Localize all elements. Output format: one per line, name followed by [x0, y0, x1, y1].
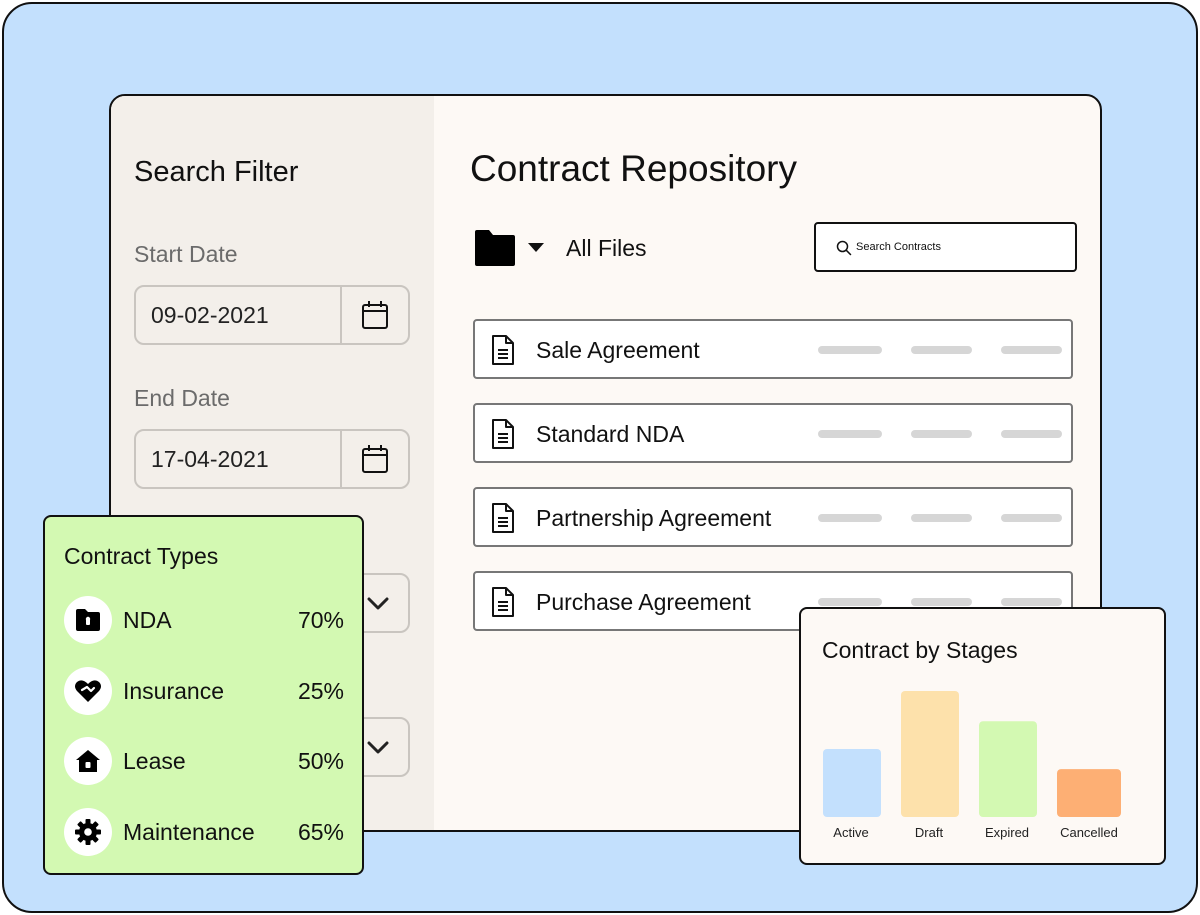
placeholder-bar: [1001, 346, 1062, 354]
start-date-label: Start Date: [134, 241, 238, 267]
chevron-down-icon: [367, 741, 389, 754]
placeholder-bar: [911, 598, 972, 606]
page-title: Contract Repository: [470, 148, 797, 189]
end-date-value: 17-04-2021: [151, 446, 269, 472]
file-row[interactable]: Standard NDA: [473, 403, 1073, 463]
file-row[interactable]: Sale Agreement: [473, 319, 1073, 379]
start-date-calendar-button[interactable]: [340, 287, 408, 343]
contract-type-label: Lease: [123, 748, 186, 774]
folder-label[interactable]: All Files: [566, 235, 647, 262]
contract-type-percent: 25%: [297, 678, 344, 704]
search-box[interactable]: [814, 222, 1077, 272]
placeholder-bar: [911, 430, 972, 438]
sidebar-title: Search Filter: [134, 156, 299, 188]
placeholder-bar: [818, 346, 882, 354]
contract-type-percent: 50%: [297, 748, 344, 774]
file-name: Partnership Agreement: [536, 505, 772, 531]
placeholder-bar: [818, 430, 882, 438]
contract-types-title: Contract Types: [64, 543, 219, 569]
start-date-value: 09-02-2021: [151, 302, 269, 328]
placeholder-bar: [1001, 598, 1062, 606]
end-date-label: End Date: [134, 385, 230, 411]
bar-label: Expired: [985, 825, 1029, 840]
bar-draft: [901, 691, 959, 817]
file-row[interactable]: Partnership Agreement: [473, 487, 1073, 547]
file-name: Sale Agreement: [536, 337, 700, 363]
locked-folder-icon: [64, 596, 112, 644]
start-date-field[interactable]: 09-02-2021: [134, 285, 410, 345]
contract-type-item[interactable]: Insurance 25%: [64, 667, 344, 715]
placeholder-bar: [818, 514, 882, 522]
contract-types-card: Contract Types NDA 70% Insurance 25% Lea…: [43, 515, 364, 875]
contract-type-percent: 65%: [297, 819, 344, 845]
chevron-down-icon: [367, 597, 389, 610]
contract-type-percent: 70%: [297, 607, 344, 633]
document-icon: [492, 419, 514, 449]
bar-expired: [979, 721, 1037, 817]
canvas-background: Search Filter Start Date 09-02-2021 End …: [2, 2, 1198, 913]
end-date-field[interactable]: 17-04-2021: [134, 429, 410, 489]
document-icon: [492, 503, 514, 533]
bar-active: [823, 748, 881, 817]
placeholder-bar: [911, 346, 972, 354]
placeholder-bar: [1001, 430, 1062, 438]
house-icon: [64, 737, 112, 785]
gear-icon: [64, 808, 112, 856]
contract-type-label: NDA: [123, 607, 172, 633]
document-icon: [492, 335, 514, 365]
contract-stages-card: Contract by Stages Active Draft Expired Can…: [799, 607, 1166, 865]
calendar-icon: [362, 301, 388, 329]
contract-type-item[interactable]: NDA 70%: [64, 596, 344, 644]
bar-cancelled: [1057, 769, 1121, 817]
contract-type-item[interactable]: Maintenance 65%: [64, 808, 344, 856]
placeholder-bar: [818, 598, 882, 606]
contract-type-label: Maintenance: [123, 819, 255, 845]
document-icon: [492, 587, 514, 617]
end-date-calendar-button[interactable]: [340, 431, 408, 487]
stages-bar-chart: Active Draft Expired Cancelled: [823, 691, 1121, 840]
file-name: Standard NDA: [536, 421, 685, 447]
contract-type-label: Insurance: [123, 678, 225, 704]
contract-type-item[interactable]: Lease 50%: [64, 737, 344, 785]
search-input[interactable]: [856, 237, 1056, 257]
placeholder-bar: [911, 514, 972, 522]
bar-label: Cancelled: [1060, 825, 1118, 840]
handshake-heart-icon: [64, 667, 112, 715]
calendar-icon: [362, 445, 388, 473]
bar-label: Draft: [915, 825, 944, 840]
placeholder-bar: [1001, 514, 1062, 522]
bar-label: Active: [833, 825, 868, 840]
file-name: Purchase Agreement: [536, 589, 751, 615]
caret-down-icon[interactable]: [527, 241, 545, 253]
search-icon: [836, 240, 852, 256]
folder-icon[interactable]: [473, 228, 517, 268]
